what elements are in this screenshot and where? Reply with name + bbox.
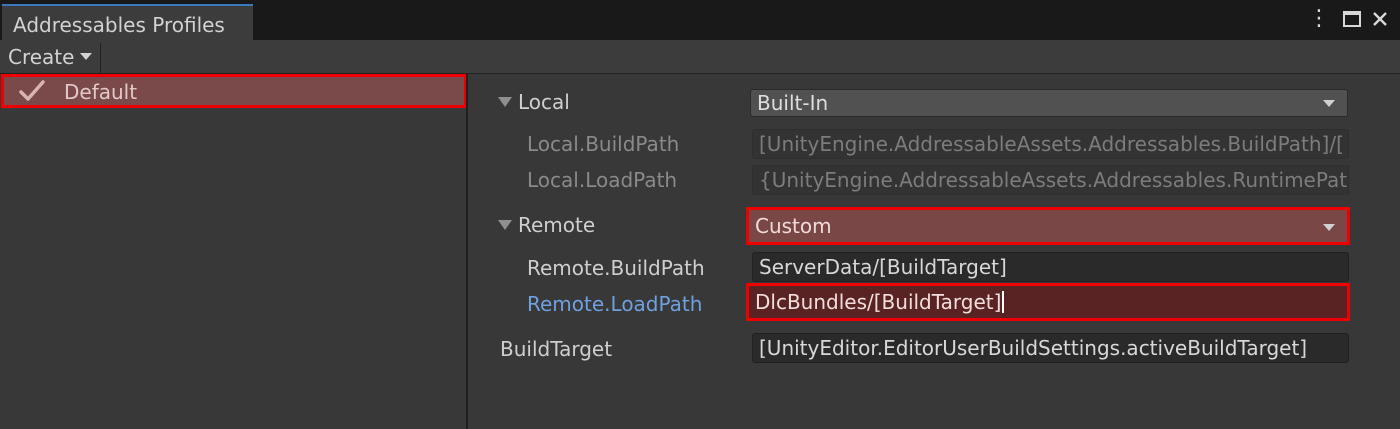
foldout-arrow-icon bbox=[498, 219, 512, 230]
local-dropdown[interactable]: Built-In bbox=[750, 89, 1348, 117]
maximize-icon[interactable] bbox=[1340, 6, 1364, 35]
local-loadpath-field: {UnityEngine.AddressableAssets.Addressab… bbox=[752, 165, 1349, 195]
remote-loadpath-input[interactable]: DlcBundles/[BuildTarget] bbox=[746, 283, 1350, 321]
remote-dropdown-value: Custom bbox=[755, 214, 832, 238]
chevron-down-icon bbox=[80, 53, 93, 60]
tab-addressables-profiles[interactable]: Addressables Profiles bbox=[2, 4, 253, 40]
dropdown-arrow-icon bbox=[1323, 100, 1335, 107]
remote-label: Remote bbox=[518, 213, 596, 237]
buildtarget-input[interactable]: [UnityEditor.EditorUserBuildSettings.act… bbox=[752, 333, 1349, 363]
local-loadpath-label: Local.LoadPath bbox=[527, 168, 678, 192]
remote-buildpath-input[interactable]: ServerData/[BuildTarget] bbox=[752, 252, 1349, 282]
kebab-menu-icon[interactable]: ⋮ bbox=[1307, 6, 1331, 32]
remote-loadpath-label: Remote.LoadPath bbox=[527, 292, 703, 316]
local-buildpath-field: [UnityEngine.AddressableAssets.Addressab… bbox=[752, 129, 1349, 159]
tab-bar: Addressables Profiles ⋮ bbox=[0, 0, 1400, 40]
tab-title: Addressables Profiles bbox=[13, 13, 225, 37]
dropdown-arrow-icon bbox=[1323, 224, 1335, 231]
remote-foldout[interactable]: Remote bbox=[498, 213, 595, 237]
profile-item-label: Default bbox=[64, 80, 138, 104]
remote-dropdown[interactable]: Custom bbox=[746, 207, 1350, 245]
profile-properties: Local Built-In Local.BuildPath [UnityEng… bbox=[468, 74, 1400, 429]
foldout-arrow-icon bbox=[498, 96, 512, 107]
remote-loadpath-value: DlcBundles/[BuildTarget] bbox=[755, 290, 1002, 314]
local-foldout[interactable]: Local bbox=[498, 90, 570, 114]
close-icon[interactable] bbox=[1368, 6, 1392, 35]
local-buildpath-label: Local.BuildPath bbox=[527, 132, 680, 156]
remote-buildpath-label: Remote.BuildPath bbox=[527, 256, 705, 280]
create-button[interactable]: Create bbox=[0, 43, 102, 73]
create-button-label: Create bbox=[8, 45, 75, 69]
local-dropdown-value: Built-In bbox=[757, 91, 829, 115]
text-caret bbox=[1002, 290, 1005, 313]
toolbar: Create bbox=[0, 40, 1400, 74]
check-icon bbox=[19, 80, 45, 101]
addressables-profiles-window: Addressables Profiles ⋮ Create Default L… bbox=[0, 0, 1400, 429]
local-label: Local bbox=[518, 90, 570, 114]
profile-list: Default bbox=[0, 74, 467, 429]
profile-item-default[interactable]: Default bbox=[1, 74, 467, 108]
buildtarget-label: BuildTarget bbox=[500, 337, 613, 361]
